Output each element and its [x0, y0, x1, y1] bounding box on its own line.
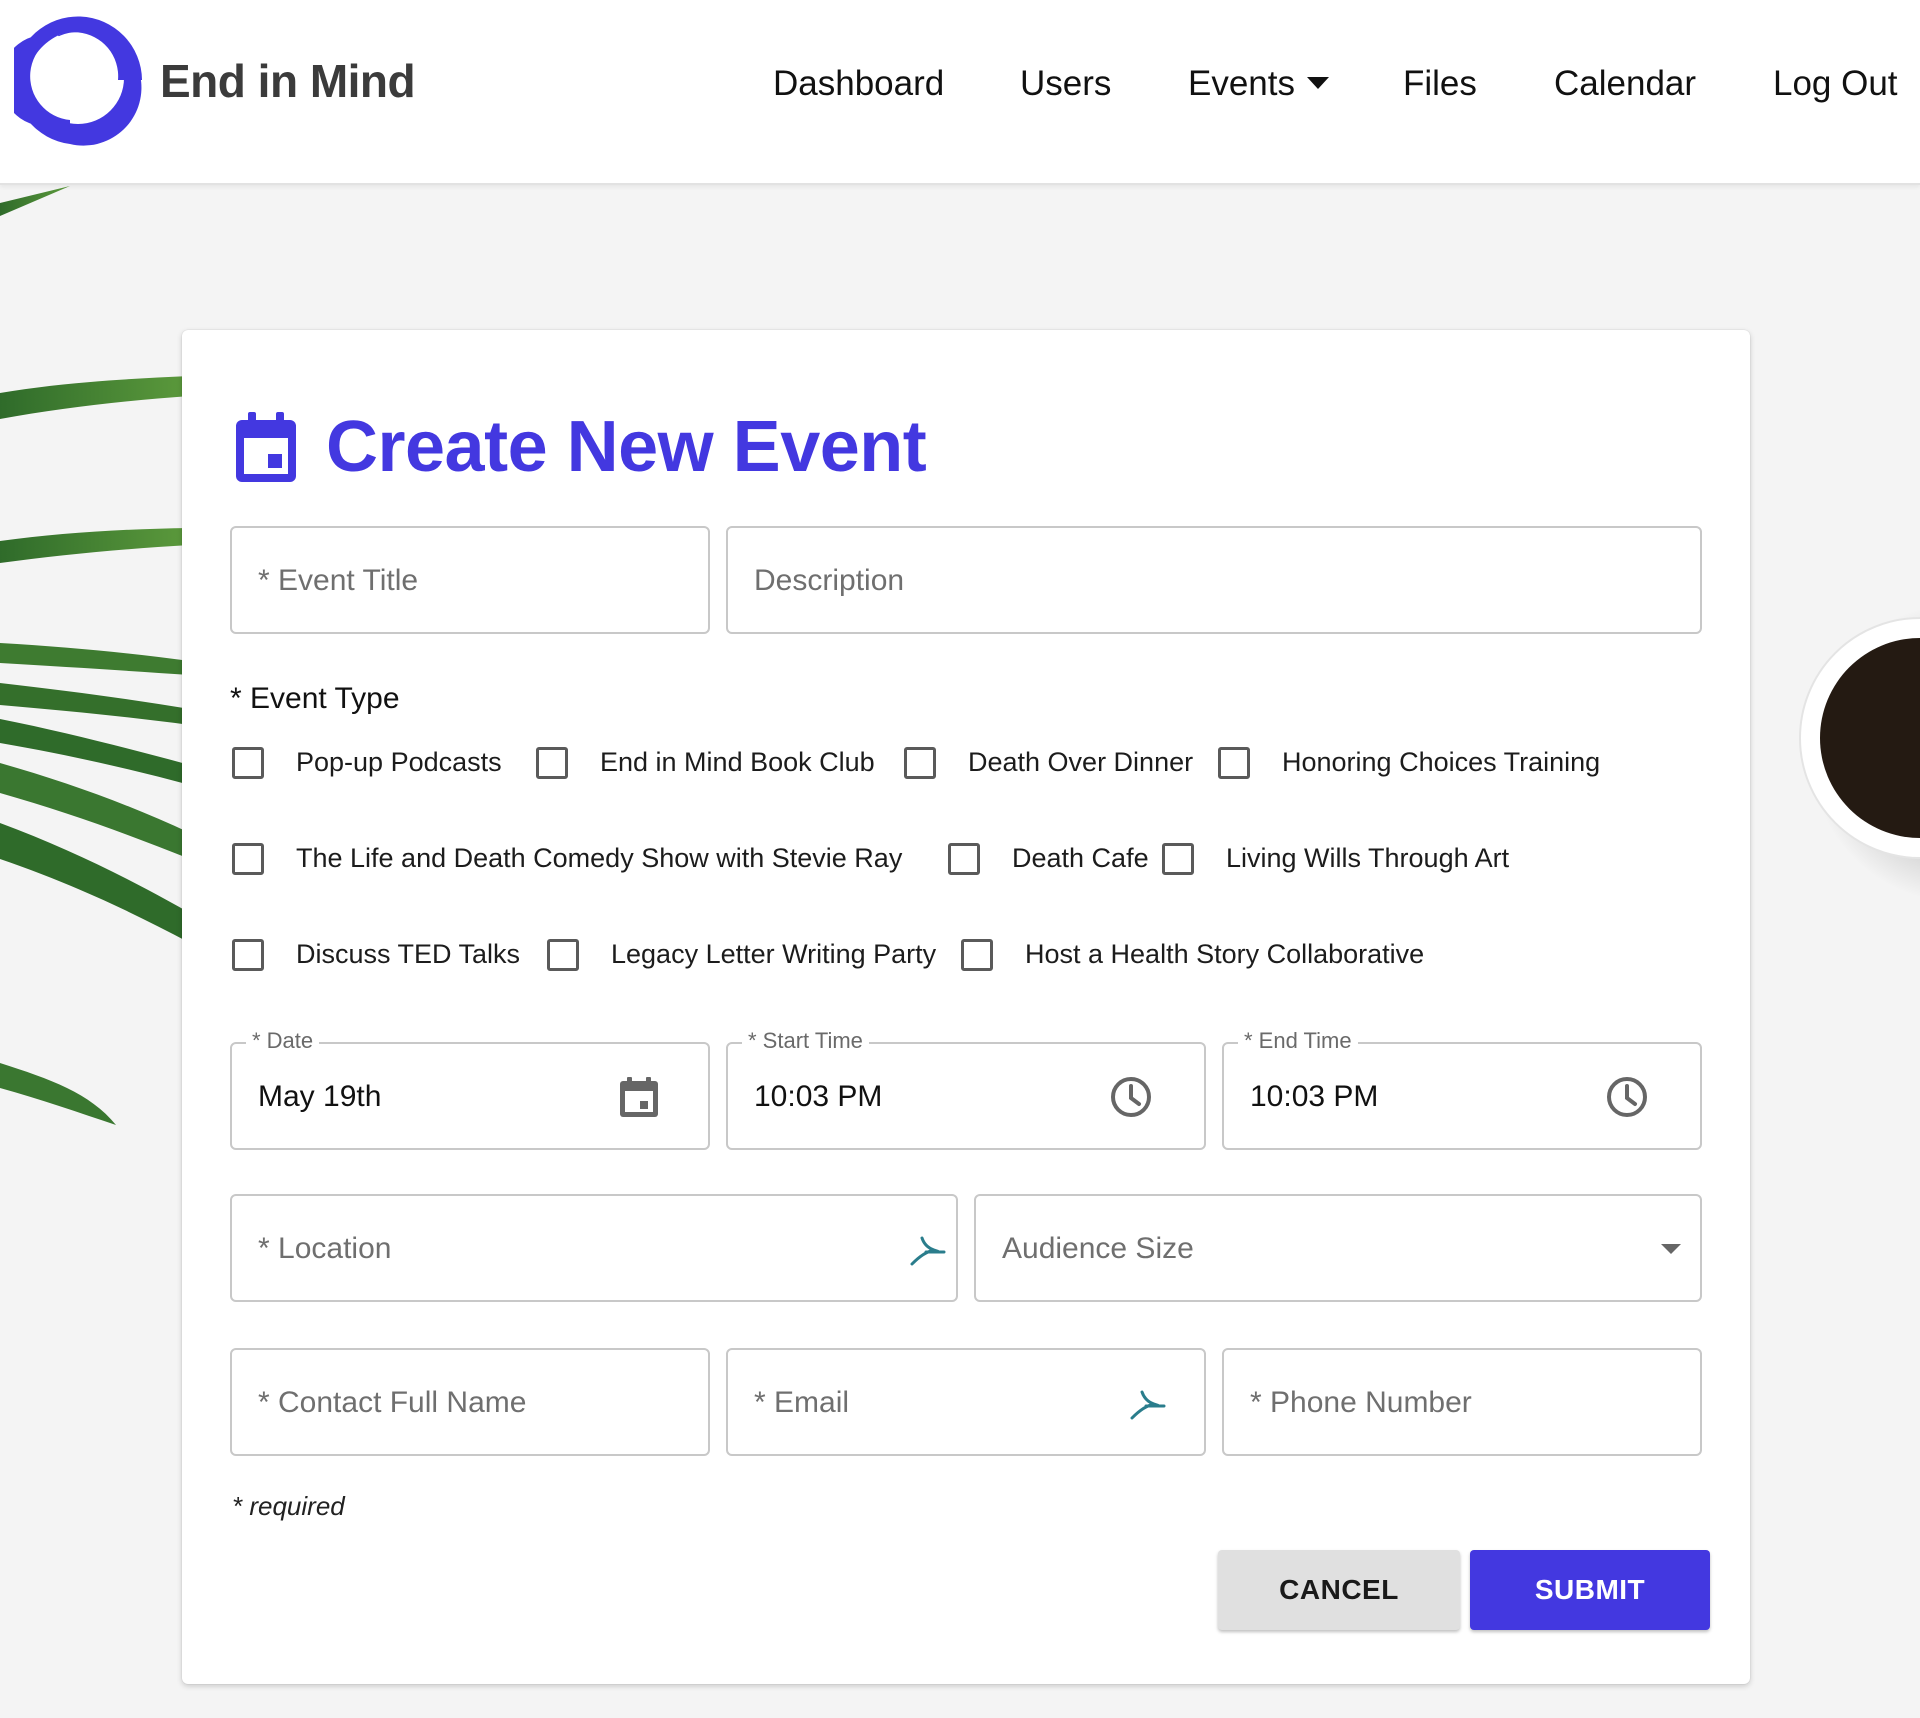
contact-name-field[interactable]: * Contact Full Name [230, 1348, 710, 1456]
nav-dashboard[interactable]: Dashboard [773, 64, 944, 104]
checkbox-box[interactable] [961, 939, 993, 971]
checkbox-box[interactable] [232, 843, 264, 875]
clock-icon[interactable] [1604, 1074, 1650, 1120]
checkbox-box[interactable] [948, 843, 980, 875]
location-field[interactable]: * Location [230, 1194, 958, 1302]
start-time-value: 10:03 PM [754, 1080, 883, 1113]
phone-number-placeholder: * Phone Number [1250, 1386, 1472, 1419]
checkbox-label: Death Cafe [1012, 843, 1149, 873]
nav-events[interactable]: Events [1188, 64, 1329, 104]
email-field[interactable]: * Email [726, 1348, 1206, 1456]
autofill-icon[interactable] [1128, 1384, 1168, 1424]
contact-name-placeholder: * Contact Full Name [258, 1386, 527, 1419]
email-placeholder: * Email [754, 1386, 850, 1419]
create-event-card: Create New Event * Event Title Descripti… [182, 330, 1750, 1684]
start-time-field[interactable]: * Start Time 10:03 PM [726, 1028, 1206, 1150]
date-field[interactable]: * Date May 19th [230, 1028, 710, 1150]
checkbox-label: Living Wills Through Art [1226, 843, 1510, 873]
audience-size-placeholder: Audience Size [1002, 1232, 1194, 1265]
checkbox-label: Discuss TED Talks [296, 939, 521, 969]
checkbox-box[interactable] [232, 747, 264, 779]
nav-users[interactable]: Users [1020, 64, 1111, 104]
checkbox-label: Legacy Letter Writing Party [611, 939, 937, 969]
event-title-field[interactable]: * Event Title [230, 526, 710, 634]
checkbox-label: Honoring Choices Training [1282, 747, 1601, 777]
checkbox-box[interactable] [904, 747, 936, 779]
main-nav: Dashboard Users Events Files Calendar Lo… [0, 64, 1920, 114]
page-title: Create New Event [326, 407, 927, 487]
date-label: * Date [246, 1028, 320, 1054]
checkbox-box[interactable] [547, 939, 579, 971]
nav-files[interactable]: Files [1403, 64, 1477, 104]
audience-size-select[interactable]: Audience Size [974, 1194, 1702, 1302]
checkbox-box[interactable] [232, 939, 264, 971]
nav-log-out[interactable]: Log Out [1773, 64, 1898, 104]
nav-events-label: Events [1188, 64, 1295, 103]
submit-button[interactable]: SUBMIT [1470, 1550, 1710, 1630]
calendar-icon[interactable] [616, 1074, 662, 1120]
autofill-icon[interactable] [908, 1230, 948, 1270]
date-value: May 19th [258, 1080, 382, 1113]
description-field[interactable]: Description [726, 526, 1702, 634]
checkbox-label: Host a Health Story Collaborative [1025, 939, 1425, 969]
checkbox-label: End in Mind Book Club [600, 747, 875, 777]
end-time-field[interactable]: * End Time 10:03 PM [1222, 1028, 1702, 1150]
checkbox-label: Death Over Dinner [968, 747, 1194, 777]
caret-down-icon [1307, 76, 1329, 89]
phone-number-field[interactable]: * Phone Number [1222, 1348, 1702, 1456]
checkbox-box[interactable] [1218, 747, 1250, 779]
event-title-placeholder: * Event Title [258, 564, 419, 597]
location-placeholder: * Location [258, 1232, 392, 1265]
top-navbar: End in Mind Dashboard Users Events Files… [0, 0, 1920, 185]
dropdown-arrow-icon[interactable] [1656, 1234, 1686, 1264]
nav-calendar[interactable]: Calendar [1554, 64, 1696, 104]
checkbox-box[interactable] [536, 747, 568, 779]
event-type-label: * Event Type [230, 682, 400, 715]
checkbox-box[interactable] [1162, 843, 1194, 875]
end-time-label: * End Time [1238, 1028, 1358, 1054]
checkbox-label: The Life and Death Comedy Show with Stev… [296, 843, 903, 873]
clock-icon[interactable] [1108, 1074, 1154, 1120]
description-placeholder: Description [754, 564, 905, 597]
required-note: * required [232, 1491, 345, 1521]
calendar-icon [236, 412, 296, 482]
start-time-label: * Start Time [742, 1028, 869, 1054]
end-time-value: 10:03 PM [1250, 1080, 1379, 1113]
cancel-button[interactable]: CANCEL [1218, 1550, 1460, 1630]
checkbox-label: Pop-up Podcasts [296, 747, 502, 777]
